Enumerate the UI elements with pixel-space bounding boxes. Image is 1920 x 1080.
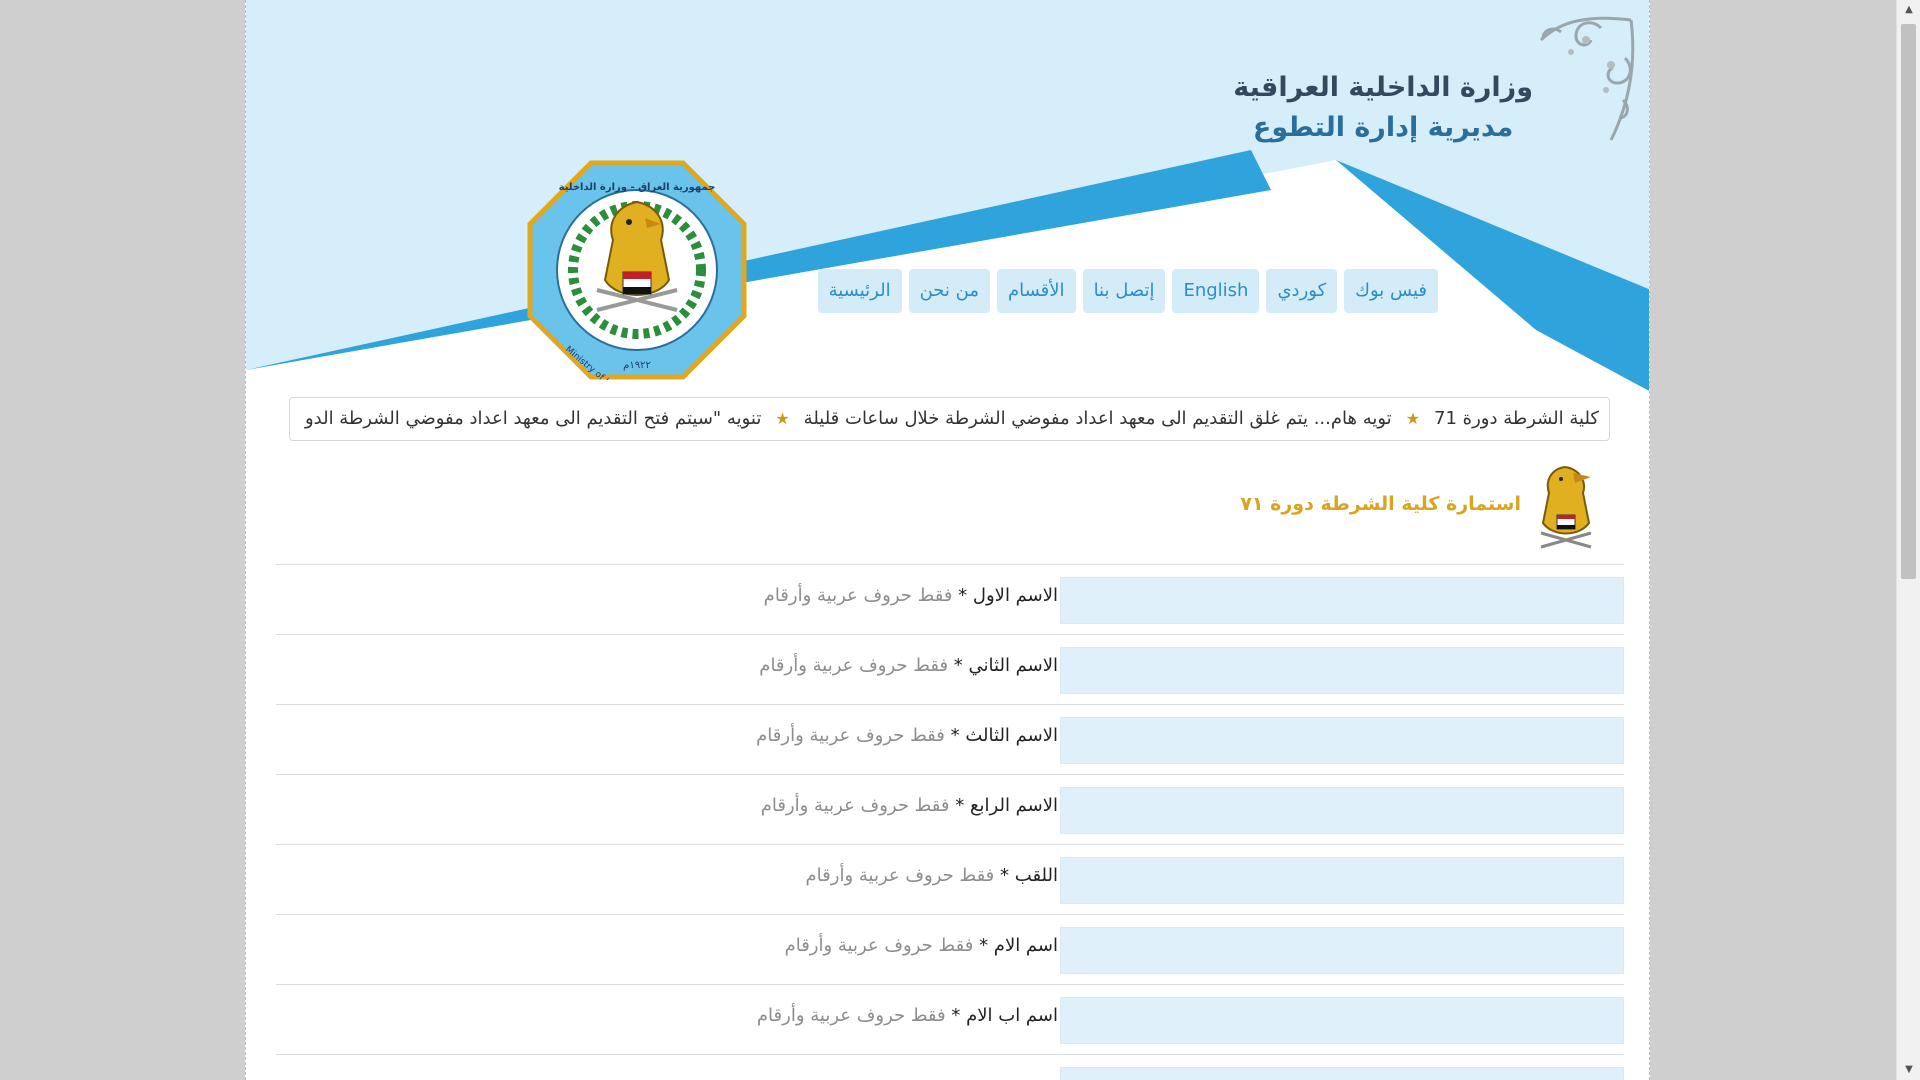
form-row-third-name: الاسم الثالث * فقط حروف عربية وأرقام [276,704,1624,774]
page-container: وزارة الداخلية العراقية مديرية إدارة الت… [245,0,1650,1080]
nav-contact-us[interactable]: إتصل بنا [1082,269,1166,313]
site-header: وزارة الداخلية العراقية مديرية إدارة الت… [246,0,1649,395]
field-label: اسم اب الام * فقط حروف عربية وأرقام [756,1005,1058,1026]
ministry-title-block: وزارة الداخلية العراقية مديرية إدارة الت… [1233,68,1533,148]
ticker-track: كلية الشرطة دورة 71 ★ تويه هام... يتم غل… [305,398,1599,440]
field-label: الاسم الرابع * فقط حروف عربية وأرقام [760,795,1058,816]
news-ticker: كلية الشرطة دورة 71 ★ تويه هام... يتم غل… [289,397,1610,441]
form-row-surname: اللقب * فقط حروف عربية وأرقام [276,844,1624,914]
eagle-bullet-icon: ★ [1405,409,1421,428]
nav-english[interactable]: English [1172,269,1260,313]
form-row-first-name: الاسم الاول * فقط حروف عربية وأرقام [276,564,1624,634]
vertical-scrollbar[interactable]: ▲ ▼ [1896,0,1920,1080]
field-label: اللقب * فقط حروف عربية وأرقام [805,865,1058,886]
third-name-input[interactable] [1060,717,1624,764]
field-label: الاسم الاول * فقط حروف عربية وأرقام [763,585,1058,606]
nav-home[interactable]: الرئيسية [817,269,902,313]
ticker-item[interactable]: كلية الشرطة دورة 71 [1434,398,1599,440]
eagle-bullet-icon: ★ [775,409,790,428]
form-title: استمارة كلية الشرطة دورة ٧١ [1240,493,1521,515]
ticker-item[interactable]: تويه هام... يتم غلق التقديم الى معهد اعد… [804,398,1392,440]
form-row-maternal-grandfather: اسم اب الام * فقط حروف عربية وأرقام [276,984,1624,1054]
header-background [246,0,1649,395]
second-name-input[interactable] [1060,647,1624,694]
emblem-ring-text: جمهورية العراق - وزارة الداخلية [559,182,716,193]
fourth-name-input[interactable] [1060,787,1624,834]
nav-facebook[interactable]: فيس بوك [1344,269,1438,313]
directorate-name: مديرية إدارة التطوع [1252,112,1514,143]
main-navigation: الرئيسية من نحن الأقسام إتصل بنا English… [817,269,1438,313]
scroll-down-arrow-icon[interactable]: ▼ [1897,1060,1920,1080]
ticker-item[interactable]: تنويه "سيتم فتح التقديم الى معهد اعداد م… [305,398,761,440]
nav-about-us[interactable]: من نحن [908,269,990,313]
ministry-emblem-icon: جمهورية العراق - وزارة الداخلية Ministry… [527,160,747,380]
form-row-next [276,1054,1624,1080]
field-label: الاسم الثاني * فقط حروف عربية وأرقام [759,655,1058,676]
maternal-grandfather-input[interactable] [1060,997,1624,1044]
eagle-logo-icon [1540,465,1592,549]
mother-name-input[interactable] [1060,927,1624,974]
field-label: اسم الام * فقط حروف عربية وأرقام [784,935,1058,956]
next-field-input[interactable] [1060,1067,1624,1080]
scroll-up-arrow-icon[interactable]: ▲ [1897,0,1920,20]
scrollbar-thumb[interactable] [1901,24,1916,579]
nav-departments[interactable]: الأقسام [997,269,1076,313]
surname-input[interactable] [1060,857,1624,904]
form-row-mother-name: اسم الام * فقط حروف عربية وأرقام [276,914,1624,984]
first-name-input[interactable] [1060,577,1624,624]
emblem-year: ١٩٢٢م [623,360,651,371]
nav-kurdish[interactable]: كوردي [1266,269,1338,313]
registration-form: الاسم الاول * فقط حروف عربية وأرقام الاس… [276,564,1624,1080]
field-label: الاسم الثالث * فقط حروف عربية وأرقام [756,725,1058,746]
ministry-name: وزارة الداخلية العراقية [1233,72,1533,103]
form-row-second-name: الاسم الثاني * فقط حروف عربية وأرقام [276,634,1624,704]
form-row-fourth-name: الاسم الرابع * فقط حروف عربية وأرقام [276,774,1624,844]
